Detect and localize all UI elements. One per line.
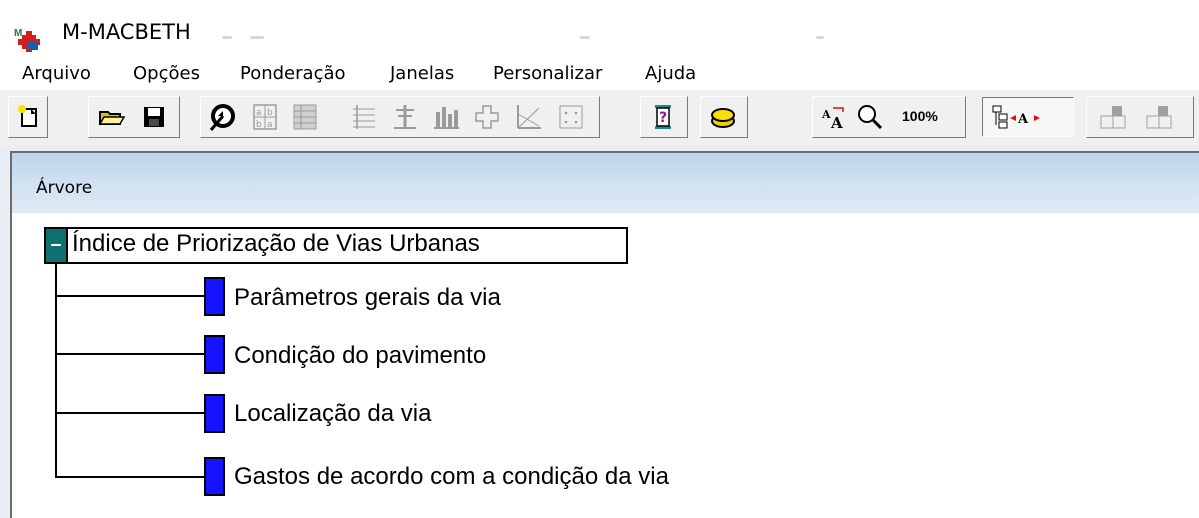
criterion-node-box[interactable] xyxy=(204,457,225,496)
menu-bar: Arquivo Opções Ponderação Janelas Person… xyxy=(0,60,1199,90)
tree-connector xyxy=(55,412,205,414)
app-title: M-MACBETH xyxy=(62,20,191,44)
criterion-node-box[interactable] xyxy=(204,394,225,433)
criterion-node-box[interactable] xyxy=(204,277,225,316)
tree-connector xyxy=(55,476,205,478)
disabled-weights-icon[interactable] xyxy=(1094,98,1132,136)
save-disk-icon[interactable] xyxy=(135,98,173,136)
judgements-table-icon[interactable]: abba xyxy=(246,98,284,136)
new-file-icon[interactable] xyxy=(10,98,48,136)
criterion-node-label[interactable]: Localização da via xyxy=(234,400,431,428)
tree-window-title: Árvore xyxy=(36,178,93,198)
disabled-weights-icon-2[interactable] xyxy=(1140,98,1178,136)
svg-text:a: a xyxy=(267,120,273,130)
svg-text:b: b xyxy=(267,108,273,118)
criterion-node-label[interactable]: Condição do pavimento xyxy=(234,342,486,370)
zoom-magnifier-icon[interactable] xyxy=(850,98,888,136)
tree-connector xyxy=(55,353,205,355)
title-obscured-text xyxy=(250,36,264,39)
svg-text:A: A xyxy=(1017,112,1029,127)
collapse-toggle-icon[interactable] xyxy=(44,227,68,264)
tree-root-label[interactable]: Índice de Priorização de Vias Urbanas xyxy=(72,230,480,258)
svg-text:a: a xyxy=(256,108,262,118)
tree-window: Árvore Índice de Priorização de Vias Urb… xyxy=(10,151,1199,518)
menu-janelas[interactable]: Janelas xyxy=(390,63,454,84)
open-folder-icon[interactable] xyxy=(92,98,130,136)
title-bar: M M-MACBETH xyxy=(0,0,1199,60)
svg-text:A: A xyxy=(821,108,831,121)
title-obscured-text xyxy=(222,36,232,39)
menu-ajuda[interactable]: Ajuda xyxy=(645,63,696,84)
menu-ponderacao[interactable]: Ponderação xyxy=(240,63,346,84)
tree-font-icon[interactable]: A xyxy=(986,98,1070,136)
hourglass-help-icon[interactable]: ? xyxy=(644,98,682,136)
svg-text:b: b xyxy=(256,120,262,130)
tree-connector xyxy=(55,295,205,297)
table-grid-icon[interactable] xyxy=(286,98,324,136)
menu-personalizar[interactable]: Personalizar xyxy=(493,63,602,84)
tree-window-caption[interactable]: Árvore xyxy=(12,153,1199,213)
tree-canvas: Índice de Priorização de Vias Urbanas Pa… xyxy=(12,213,1199,518)
font-size-icon[interactable]: AA xyxy=(815,98,853,136)
cross-icon[interactable] xyxy=(468,98,506,136)
xy-map-icon[interactable] xyxy=(509,98,547,136)
title-obscured-text xyxy=(580,36,590,39)
criterion-node-label[interactable]: Parâmetros gerais da via xyxy=(234,284,501,312)
macbeth-logo-icon: M xyxy=(14,26,46,53)
svg-text:A: A xyxy=(830,114,843,132)
criterion-node-box[interactable] xyxy=(204,335,225,374)
dotted-grid-icon[interactable] xyxy=(552,98,590,136)
svg-text:M: M xyxy=(14,28,22,39)
scale-table-icon[interactable] xyxy=(345,98,383,136)
histogram-chart-icon[interactable] xyxy=(427,98,465,136)
criterion-node-label[interactable]: Gastos de acordo com a condição da via xyxy=(234,463,669,491)
menu-opcoes[interactable]: Opções xyxy=(133,63,200,84)
direct-scoring-icon[interactable] xyxy=(203,98,241,136)
menu-arquivo[interactable]: Arquivo xyxy=(22,63,91,84)
zoom-level-label[interactable]: 100% xyxy=(902,108,938,124)
svg-text:?: ? xyxy=(659,110,667,126)
thermometer-chart-icon[interactable] xyxy=(386,98,424,136)
toolbar: abba ? AA 100% A xyxy=(0,90,1199,146)
title-obscured-text xyxy=(816,36,824,39)
coins-icon[interactable] xyxy=(704,98,742,136)
